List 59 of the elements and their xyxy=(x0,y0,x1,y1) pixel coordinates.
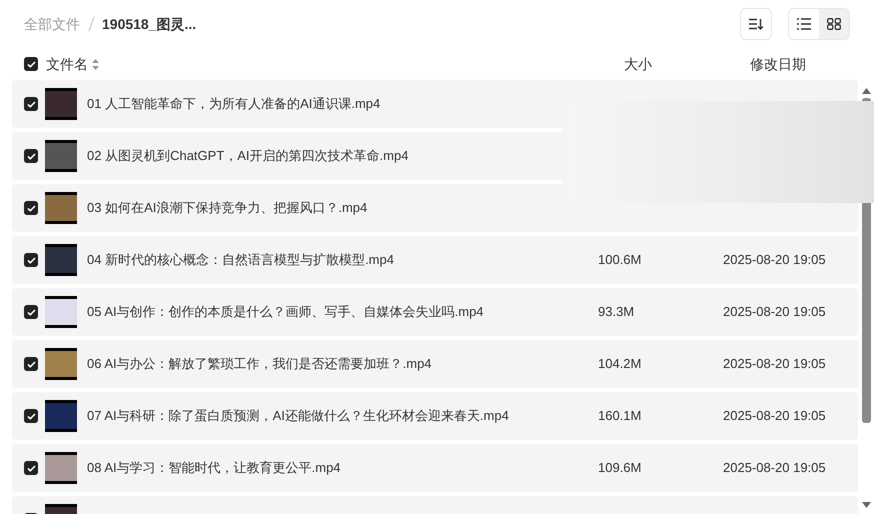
list-icon xyxy=(797,18,811,30)
file-name[interactable]: 06 AI与办公：解放了繁琐工作，我们是否还需要加班？.mp4 xyxy=(87,354,598,374)
modified-date: 2025-08-20 19:05 xyxy=(723,251,826,270)
scroll-down-icon[interactable] xyxy=(862,502,871,508)
video-thumbnail xyxy=(45,452,77,484)
checkbox[interactable] xyxy=(24,97,38,111)
file-size: 104.2M xyxy=(598,355,642,374)
video-thumbnail xyxy=(45,296,77,328)
check-icon xyxy=(26,412,36,420)
checkbox[interactable] xyxy=(24,149,38,163)
file-row[interactable]: 06 AI与办公：解放了繁琐工作，我们是否还需要加班？.mp4 104.2M 2025-08-20 19:05 xyxy=(12,340,858,388)
video-thumbnail xyxy=(45,244,77,276)
video-thumbnail xyxy=(45,400,77,432)
file-name[interactable]: 03 如何在AI浪潮下保持竞争力、把握风口？.mp4 xyxy=(87,198,598,218)
check-icon xyxy=(26,256,36,264)
check-icon xyxy=(26,100,36,108)
file-name[interactable]: 07 AI与科研：除了蛋白质预测，AI还能做什么？生化环材会迎来春天.mp4 xyxy=(87,406,598,426)
file-row[interactable]: 08 AI与学习：智能时代，让教育更公平.mp4 109.6M 2025-08-20 19:05 xyxy=(12,444,858,492)
file-row[interactable]: 04 新时代的核心概念：自然语言模型与扩散模型.mp4 100.6M 2025-08-20 19:05 xyxy=(12,236,858,284)
file-size: 109.6M xyxy=(598,459,642,478)
video-thumbnail xyxy=(45,348,77,380)
check-icon xyxy=(26,360,36,368)
check-icon xyxy=(26,464,36,472)
grid-icon xyxy=(827,18,841,30)
file-size: 160.1M xyxy=(598,407,642,426)
scroll-up-icon[interactable] xyxy=(862,88,871,94)
checkbox[interactable] xyxy=(24,253,38,267)
column-header[interactable]: 文件名 xyxy=(46,54,88,74)
checkbox[interactable] xyxy=(24,357,38,371)
video-thumbnail xyxy=(45,88,77,120)
video-thumbnail xyxy=(45,140,77,172)
check-icon xyxy=(26,152,36,160)
checkbox[interactable] xyxy=(24,57,38,71)
sort-icon xyxy=(749,18,763,30)
checkbox[interactable] xyxy=(24,305,38,319)
modified-date: 2025-08-20 19:05 xyxy=(723,355,826,374)
column-header[interactable]: 大小 xyxy=(624,54,750,74)
breadcrumb-current: 190518_图灵... xyxy=(102,14,196,34)
file-row[interactable]: 05 AI与创作：创作的本质是什么？画师、写手、自媒体会失业吗.mp4 93.3M 2025-08-20 19:05 xyxy=(12,288,858,336)
file-size: 93.3M xyxy=(598,303,636,322)
checkbox[interactable] xyxy=(24,461,38,475)
column-header[interactable]: 修改日期 xyxy=(750,54,874,74)
modified-date: 2025-08-20 19:05 xyxy=(723,407,826,426)
modified-date: 2025-08-20 19:05 xyxy=(723,303,826,322)
video-thumbnail xyxy=(45,192,77,224)
file-row[interactable]: 07 AI与科研：除了蛋白质预测，AI还能做什么？生化环材会迎来春天.mp4 160.1M 2025-08-20 19:05 xyxy=(12,392,858,440)
sort-icon[interactable] xyxy=(92,58,99,70)
check-icon xyxy=(26,60,36,68)
file-name[interactable]: 08 AI与学习：智能时代，让教育更公平.mp4 xyxy=(87,458,598,478)
check-icon xyxy=(26,204,36,212)
sort-button[interactable] xyxy=(740,8,772,40)
checkbox[interactable] xyxy=(24,409,38,423)
checkbox[interactable] xyxy=(24,201,38,215)
file-size: 100.6M xyxy=(598,251,642,270)
modified-date: 2025-08-20 19:05 xyxy=(723,459,826,478)
grid-view-button[interactable] xyxy=(819,9,849,39)
check-icon xyxy=(26,308,36,316)
file-name[interactable]: 04 新时代的核心概念：自然语言模型与扩散模型.mp4 xyxy=(87,250,598,270)
file-name[interactable]: 05 AI与创作：创作的本质是什么？画师、写手、自媒体会失业吗.mp4 xyxy=(87,302,598,322)
